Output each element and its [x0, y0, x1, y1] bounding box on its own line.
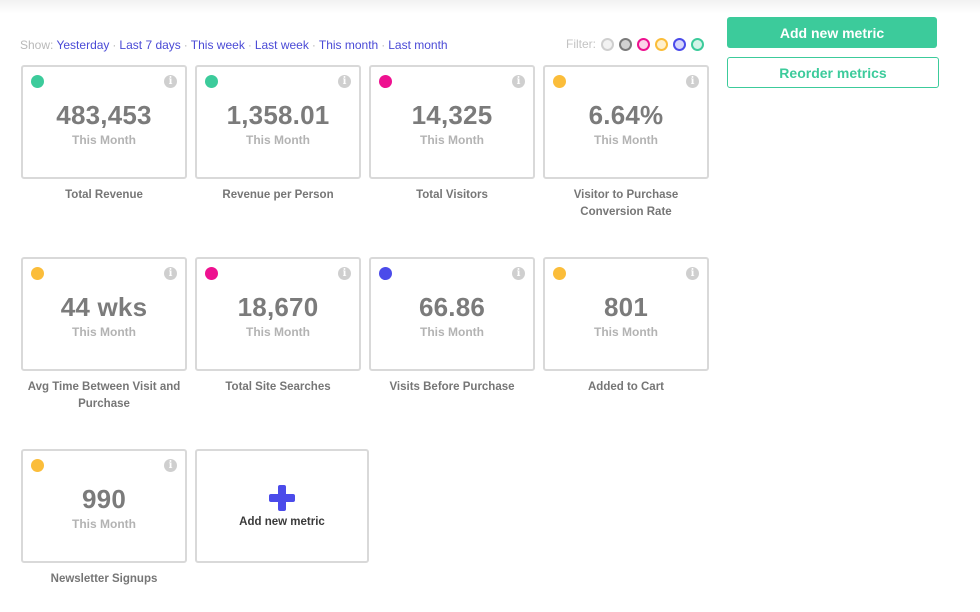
metric-card[interactable]: i 18,670 This Month — [195, 257, 361, 371]
metric-period: This Month — [72, 325, 136, 339]
metric-card[interactable]: i 6.64% This Month — [543, 65, 709, 179]
metric-value: 483,453 — [56, 100, 152, 130]
plus-icon — [269, 485, 295, 511]
metric-card-wrapper: i 6.64% This Month Visitor to Purchase C… — [543, 65, 709, 221]
metric-card-wrapper: i 66.86 This Month Visits Before Purchas… — [369, 257, 535, 396]
separator: · — [247, 38, 252, 52]
filter-green[interactable] — [691, 37, 704, 51]
metric-card[interactable]: i 990 This Month — [21, 449, 187, 563]
metric-value: 801 — [604, 292, 648, 322]
color-dot — [31, 75, 44, 88]
metric-card-wrapper: i 18,670 This Month Total Site Searches — [195, 257, 361, 396]
color-dot — [379, 267, 392, 280]
separator: · — [112, 38, 117, 52]
info-icon[interactable]: i — [512, 75, 525, 88]
metric-value: 66.86 — [418, 292, 486, 322]
color-dot — [205, 267, 218, 280]
metric-title: Avg Time Between Visit and Purchase — [27, 381, 181, 410]
separator: · — [183, 38, 188, 52]
metric-period: This Month — [594, 325, 658, 339]
info-icon[interactable]: i — [338, 75, 351, 88]
metric-period: This Month — [72, 517, 136, 531]
range-this-week[interactable]: This week — [191, 38, 245, 52]
metric-value: 990 — [82, 484, 126, 514]
info-icon[interactable]: i — [512, 267, 525, 280]
range-last-7-days[interactable]: Last 7 days — [119, 38, 180, 52]
metric-card-wrapper: i 1,358.01 This Month Revenue per Person — [195, 65, 361, 204]
metric-period: This Month — [420, 325, 484, 339]
metric-card[interactable]: i 44 wks This Month — [21, 257, 187, 371]
reorder-metrics-button[interactable]: Reorder metrics — [727, 57, 939, 88]
info-icon[interactable]: i — [338, 267, 351, 280]
separator: · — [311, 38, 316, 52]
metric-title: Visitor to Purchase Conversion Rate — [573, 189, 679, 218]
filter-gray-light[interactable] — [601, 37, 614, 51]
metric-card-wrapper: i 801 This Month Added to Cart — [543, 257, 709, 396]
show-label: Show: — [20, 38, 54, 52]
metric-card-wrapper: i 483,453 This Month Total Revenue — [21, 65, 187, 204]
metric-title: Total Visitors — [416, 189, 488, 201]
color-dot — [31, 459, 44, 472]
info-icon[interactable]: i — [164, 75, 177, 88]
metric-period: This Month — [72, 133, 136, 147]
filter-gray-dark[interactable] — [619, 37, 632, 51]
color-filter: Filter: — [566, 37, 709, 51]
top-shade — [0, 0, 980, 14]
metric-card[interactable]: i 801 This Month — [543, 257, 709, 371]
metric-card-wrapper: i 990 This Month Newsletter Signups — [21, 449, 187, 588]
metric-period: This Month — [594, 133, 658, 147]
metric-title: Revenue per Person — [222, 189, 334, 201]
info-icon[interactable]: i — [686, 75, 699, 88]
add-new-metric-label: Add new metric — [239, 516, 325, 528]
color-dot — [31, 267, 44, 280]
metric-card-wrapper: i 44 wks This Month Avg Time Between Vis… — [21, 257, 187, 413]
metric-title: Total Revenue — [65, 189, 143, 201]
range-yesterday[interactable]: Yesterday — [56, 38, 109, 52]
date-range-selector: Show: Yesterday · Last 7 days · This week · La… — [20, 38, 448, 52]
filter-pink[interactable] — [637, 37, 650, 51]
metric-period: This Month — [246, 325, 310, 339]
color-dot — [379, 75, 392, 88]
range-last-month[interactable]: Last month — [388, 38, 447, 52]
metric-period: This Month — [246, 133, 310, 147]
filter-yellow[interactable] — [655, 37, 668, 51]
add-new-metric-card[interactable]: Add new metric — [195, 449, 369, 563]
metric-period: This Month — [420, 133, 484, 147]
filter-blue[interactable] — [673, 37, 686, 51]
metric-card[interactable]: i 1,358.01 This Month — [195, 65, 361, 179]
metric-card-wrapper: i 14,325 This Month Total Visitors — [369, 65, 535, 204]
metric-value: 44 wks — [60, 292, 148, 322]
info-icon[interactable]: i — [164, 459, 177, 472]
filter-label: Filter: — [566, 37, 596, 51]
range-this-month[interactable]: This month — [319, 38, 378, 52]
metric-value: 1,358.01 — [226, 100, 330, 130]
color-dot — [205, 75, 218, 88]
metric-card[interactable]: i 483,453 This Month — [21, 65, 187, 179]
metric-title: Visits Before Purchase — [389, 381, 515, 393]
separator: · — [381, 38, 386, 52]
color-dot — [553, 75, 566, 88]
color-dot — [553, 267, 566, 280]
metric-title: Newsletter Signups — [50, 573, 158, 585]
metric-title: Total Site Searches — [225, 381, 331, 393]
metric-card[interactable]: i 14,325 This Month — [369, 65, 535, 179]
metric-value: 14,325 — [411, 100, 493, 130]
range-last-week[interactable]: Last week — [255, 38, 309, 52]
metric-card[interactable]: i 66.86 This Month — [369, 257, 535, 371]
metric-title: Added to Cart — [587, 381, 665, 393]
metric-value: 18,670 — [237, 292, 319, 322]
info-icon[interactable]: i — [164, 267, 177, 280]
add-new-metric-button[interactable]: Add new metric — [727, 17, 937, 48]
metric-value: 6.64% — [588, 100, 664, 130]
info-icon[interactable]: i — [686, 267, 699, 280]
